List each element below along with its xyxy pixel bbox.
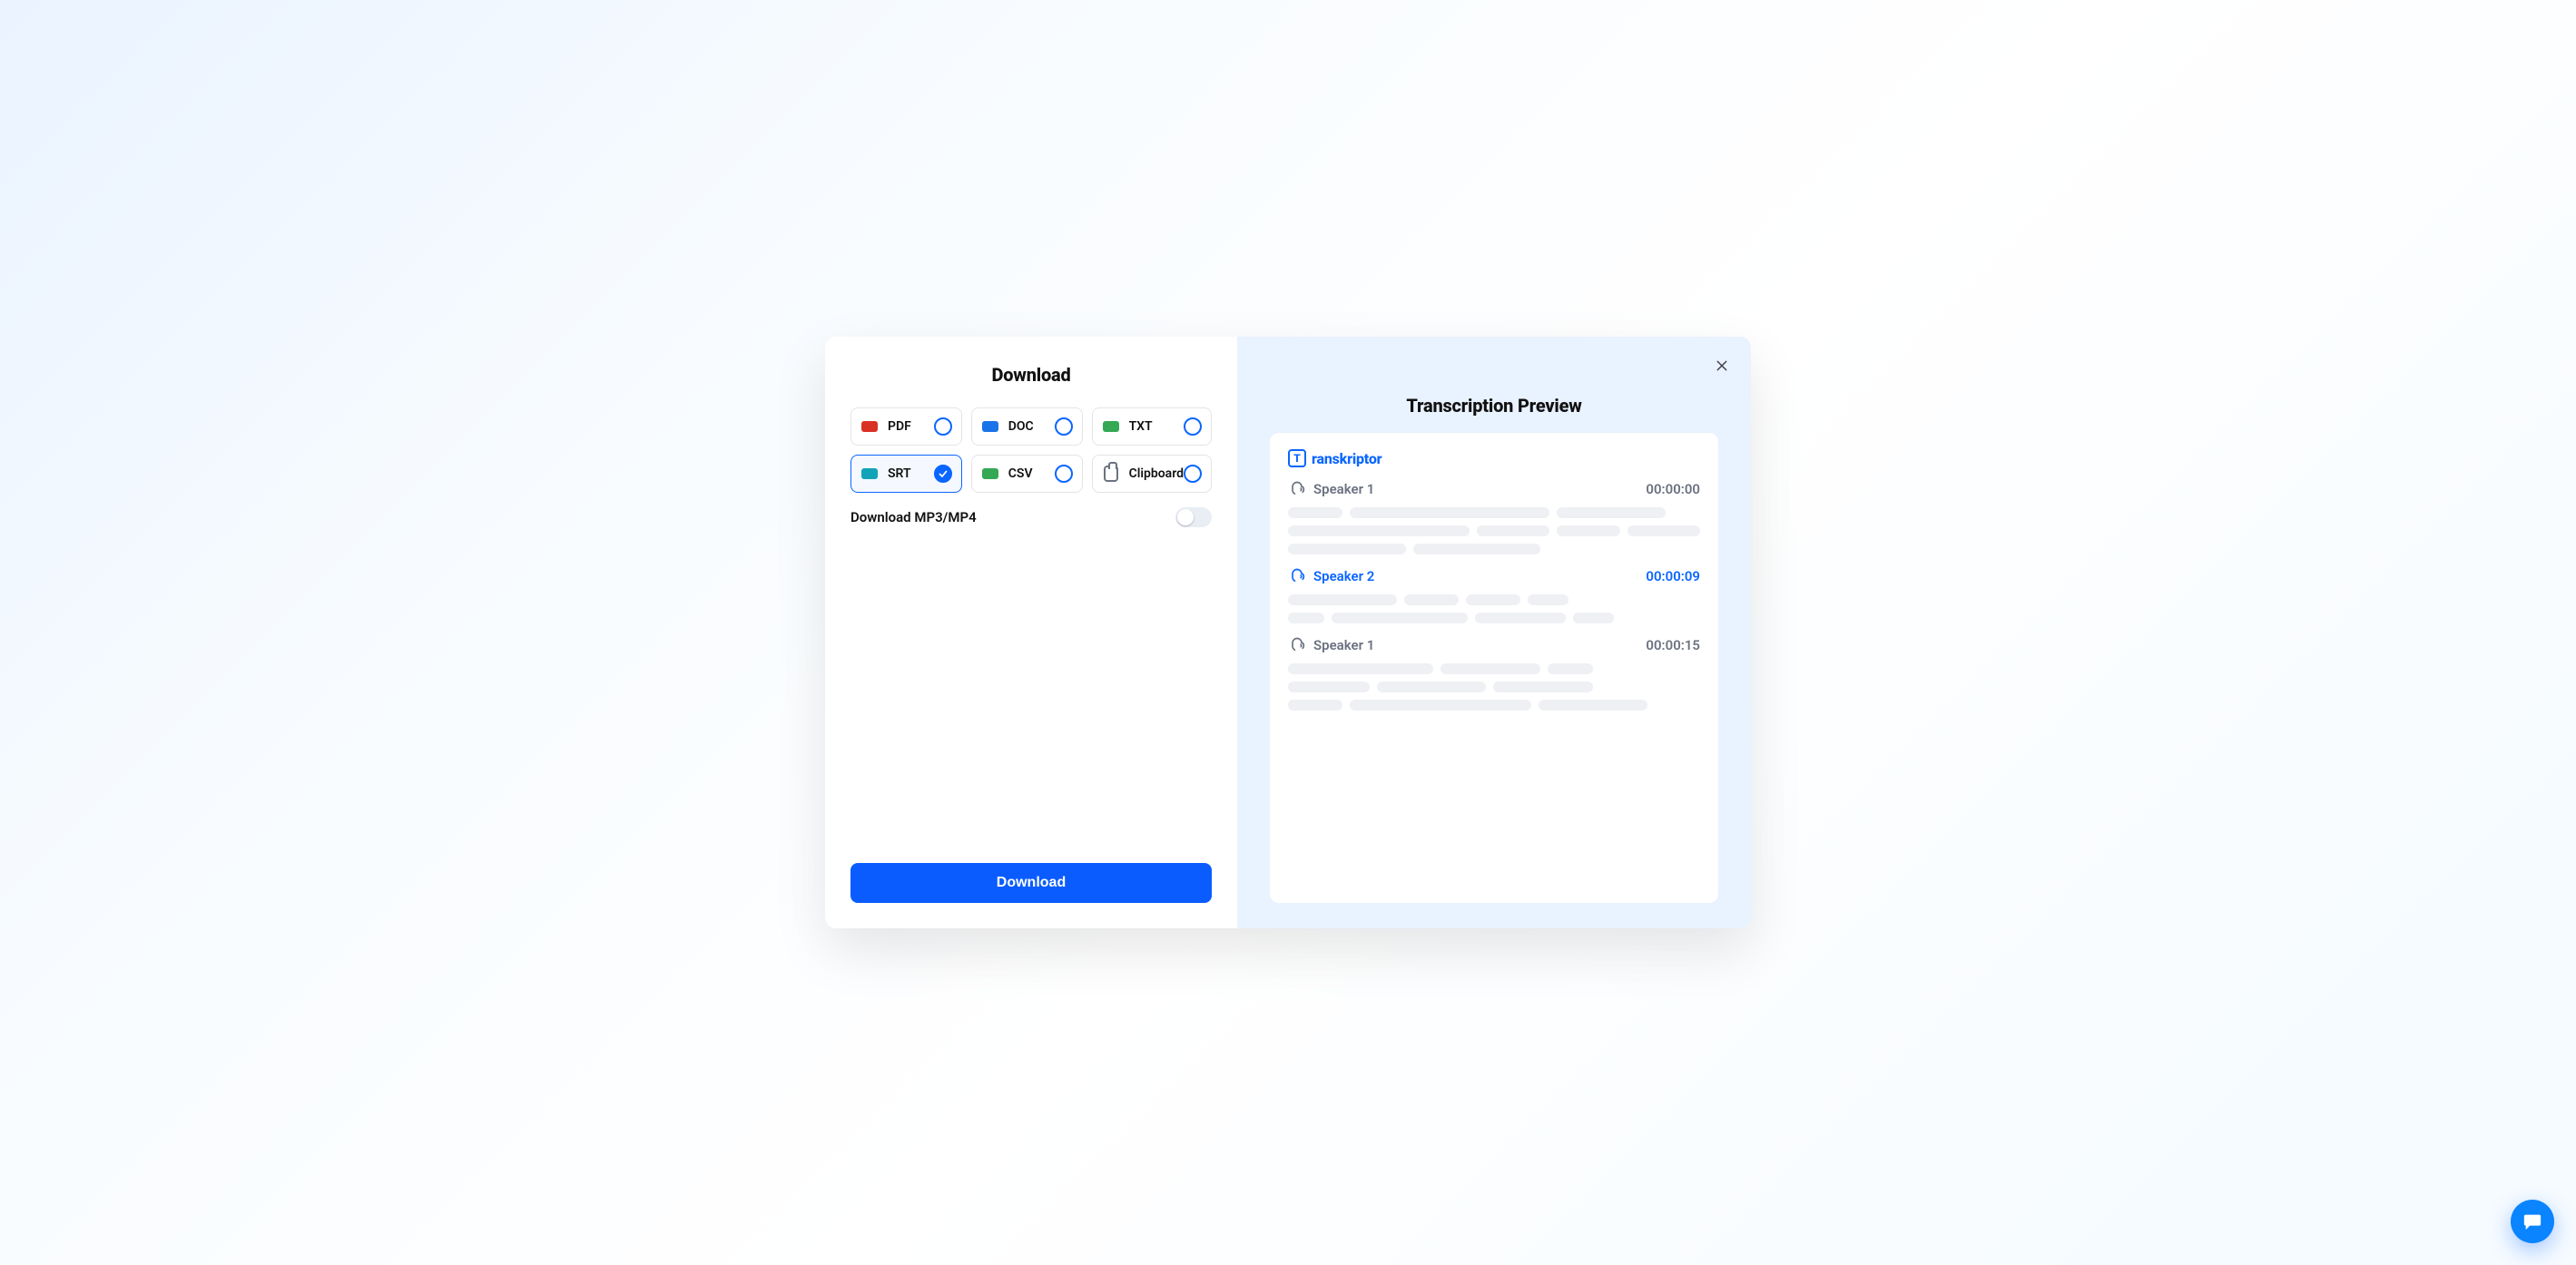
placeholder-text [1288,507,1700,554]
clipboard-icon [1104,466,1118,482]
speaker-icon [1288,480,1306,498]
placeholder-row [1288,682,1700,692]
placeholder-bar [1288,525,1470,536]
placeholder-bar [1557,525,1620,536]
placeholder-bar [1440,663,1540,674]
placeholder-row [1288,700,1700,711]
format-option-txt[interactable]: TXT [1092,407,1212,446]
format-radio[interactable] [934,465,952,483]
download-button[interactable]: Download [850,863,1212,903]
placeholder-bar [1288,663,1433,674]
placeholder-bar [1627,525,1700,536]
format-radio[interactable] [1184,417,1202,436]
placeholder-row [1288,663,1700,674]
format-grid: PDF DOC TXT SRT CSV [850,407,1212,493]
placeholder-bar [1493,682,1593,692]
brand-logo-icon: T [1288,449,1306,467]
placeholder-bar [1350,507,1549,518]
placeholder-bar [1332,613,1468,623]
placeholder-row [1288,525,1700,536]
placeholder-bar [1548,663,1593,674]
file-type-icon [982,468,998,479]
transcript-segment: Speaker 2 00:00:09 [1288,567,1700,623]
preview-title: Transcription Preview [1270,395,1718,417]
download-mp3-toggle[interactable] [1175,507,1212,527]
timestamp: 00:00:00 [1646,481,1700,497]
speaker-name: Speaker 1 [1313,481,1374,497]
format-label: SRT [888,466,911,481]
format-radio[interactable] [934,417,952,436]
segment-header: Speaker 2 00:00:09 [1288,567,1700,585]
download-title: Download [850,364,1212,386]
placeholder-bar [1539,700,1647,711]
format-option-clipboard[interactable]: Clipboard [1092,455,1212,493]
format-option-doc[interactable]: DOC [971,407,1083,446]
transcript-segment: Speaker 1 00:00:00 [1288,480,1700,554]
chat-fab[interactable] [2511,1200,2554,1243]
placeholder-bar [1404,594,1459,605]
download-pane: Download PDF DOC TXT SRT [825,337,1237,928]
placeholder-text [1288,594,1700,623]
placeholder-row [1288,594,1700,605]
timestamp: 00:00:15 [1646,637,1700,653]
format-label: Clipboard [1129,466,1184,481]
close-button[interactable] [1709,353,1735,378]
download-mp3-label: Download MP3/MP4 [850,509,977,525]
placeholder-bar [1377,682,1486,692]
segment-header: Speaker 1 00:00:15 [1288,636,1700,654]
preview-card: T ranskriptor Speaker 1 00:00:00 Speaker… [1270,433,1718,903]
format-option-pdf[interactable]: PDF [850,407,962,446]
placeholder-bar [1413,544,1540,554]
brand-text: ranskriptor [1312,450,1381,467]
file-type-icon [982,421,998,432]
file-type-icon [861,421,878,432]
brand: T ranskriptor [1288,449,1700,467]
format-radio[interactable] [1184,465,1202,483]
timestamp: 00:00:09 [1646,568,1700,584]
toggle-knob [1177,509,1194,525]
file-type-icon [861,468,878,479]
format-label: TXT [1129,419,1153,434]
format-option-srt[interactable]: SRT [850,455,962,493]
placeholder-row [1288,544,1700,554]
file-type-icon [1103,421,1119,432]
speaker-name: Speaker 2 [1313,568,1374,584]
placeholder-bar [1477,525,1549,536]
placeholder-text [1288,663,1700,711]
transcript-segments: Speaker 1 00:00:00 Speaker 2 00:00:09 Sp… [1288,480,1700,711]
format-label: CSV [1008,466,1033,481]
placeholder-bar [1288,682,1370,692]
close-icon [1715,358,1729,373]
placeholder-bar [1288,613,1324,623]
placeholder-row [1288,507,1700,518]
placeholder-bar [1557,507,1666,518]
placeholder-bar [1475,613,1566,623]
download-mp3-row: Download MP3/MP4 [850,507,1212,527]
chat-icon [2522,1211,2542,1231]
placeholder-bar [1288,507,1342,518]
format-label: DOC [1008,419,1034,434]
format-radio[interactable] [1055,465,1073,483]
segment-header: Speaker 1 00:00:00 [1288,480,1700,498]
placeholder-bar [1288,700,1342,711]
preview-pane: Transcription Preview T ranskriptor Spea… [1237,337,1751,928]
format-label: PDF [888,419,911,434]
placeholder-bar [1528,594,1568,605]
speaker-icon [1288,567,1306,585]
format-radio[interactable] [1055,417,1073,436]
format-option-csv[interactable]: CSV [971,455,1083,493]
download-modal: Download PDF DOC TXT SRT [825,337,1751,928]
placeholder-bar [1466,594,1520,605]
placeholder-bar [1350,700,1531,711]
placeholder-bar [1288,594,1397,605]
placeholder-bar [1288,544,1406,554]
speaker-name: Speaker 1 [1313,637,1374,653]
placeholder-bar [1573,613,1614,623]
transcript-segment: Speaker 1 00:00:15 [1288,636,1700,711]
placeholder-row [1288,613,1700,623]
speaker-icon [1288,636,1306,654]
